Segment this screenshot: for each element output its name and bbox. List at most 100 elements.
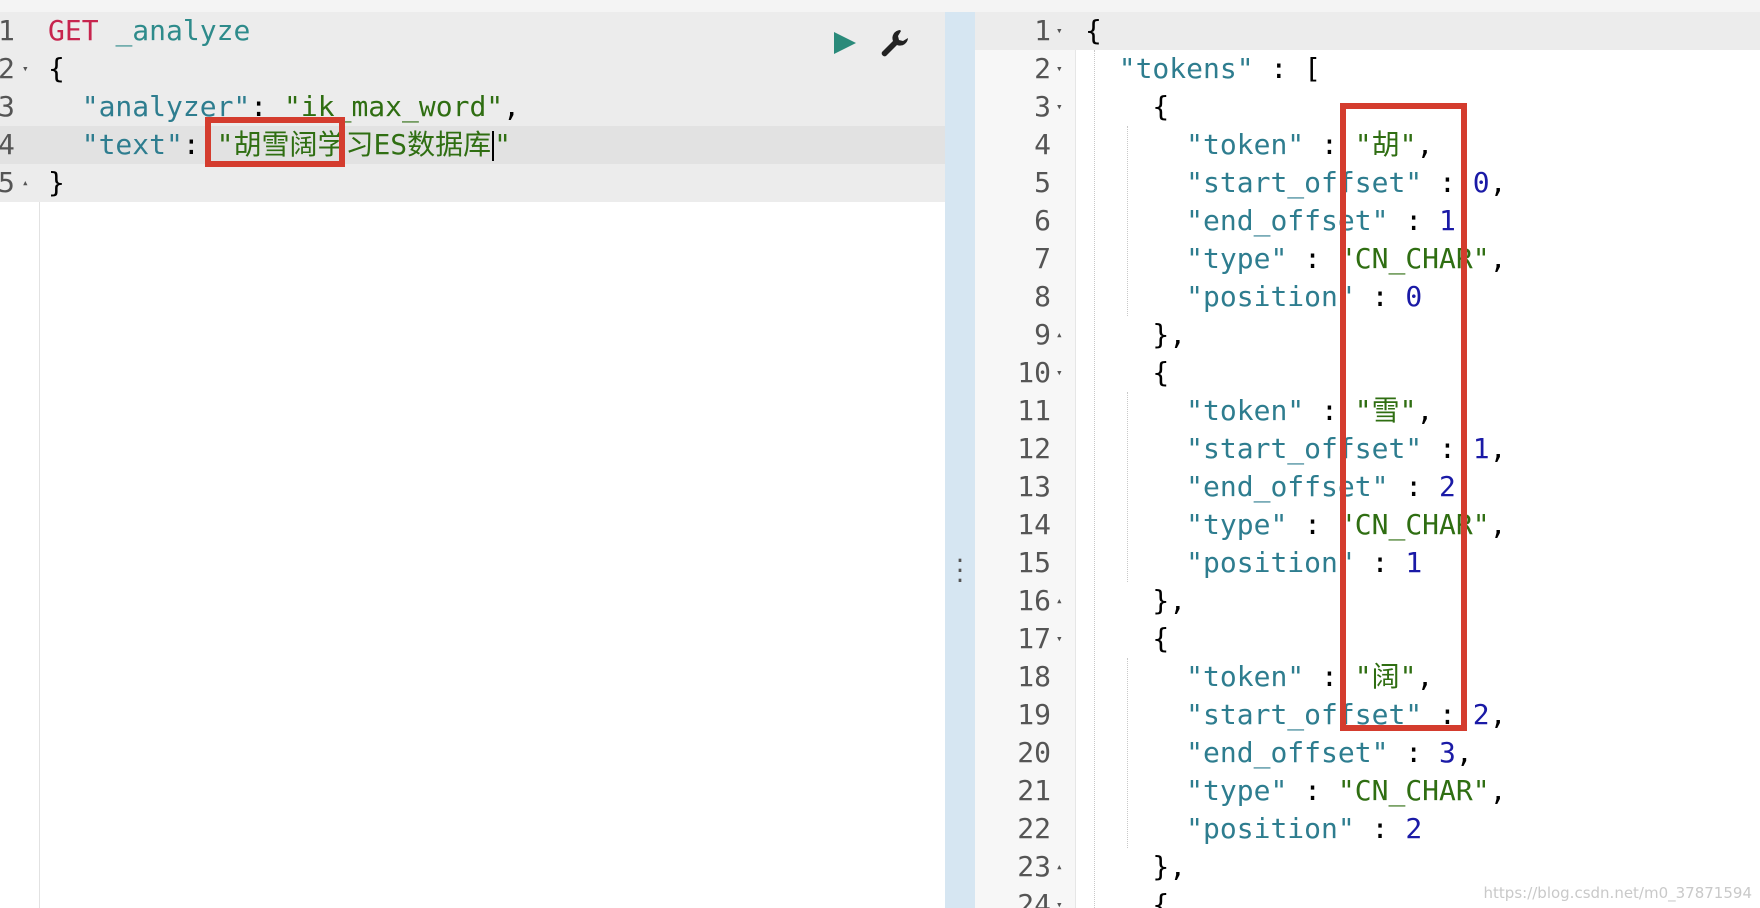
line-number: 20 bbox=[1017, 736, 1051, 769]
code-token: 3 bbox=[1439, 736, 1456, 769]
fold-arrow-icon[interactable]: ▾ bbox=[1056, 886, 1063, 908]
code-text[interactable]: { bbox=[1085, 886, 1169, 908]
line-number: 4 bbox=[0, 128, 15, 161]
request-line-3[interactable]: 3 "analyzer": "ik_max_word", bbox=[0, 88, 945, 126]
code-token: GET bbox=[48, 14, 99, 47]
code-text[interactable]: } bbox=[48, 164, 65, 202]
code-token: : [ bbox=[1253, 52, 1322, 85]
code-text[interactable]: }, bbox=[1085, 848, 1186, 886]
line-number: 12 bbox=[1017, 432, 1051, 465]
code-token: "token" bbox=[1186, 660, 1305, 693]
code-text[interactable]: { bbox=[1085, 354, 1169, 392]
code-text[interactable]: { bbox=[1085, 12, 1102, 50]
code-text[interactable]: "position" : 2 bbox=[1085, 810, 1422, 848]
code-token: : bbox=[1354, 812, 1406, 845]
code-text[interactable]: GET _analyze bbox=[48, 12, 250, 50]
code-text[interactable]: }, bbox=[1085, 316, 1186, 354]
code-token: : bbox=[1287, 774, 1338, 807]
code-token: "token" bbox=[1186, 394, 1305, 427]
indent-guide bbox=[1127, 658, 1128, 848]
code-token: "token" bbox=[1186, 128, 1305, 161]
response-line-2[interactable]: 2 ▾ "tokens" : [ bbox=[975, 50, 1760, 88]
code-token: _analyze bbox=[115, 14, 251, 47]
request-line-1[interactable]: 1 GET _analyze bbox=[0, 12, 945, 50]
indent-guide bbox=[1127, 126, 1128, 316]
line-number: 1 bbox=[0, 14, 15, 47]
fold-arrow-icon[interactable]: ▾ bbox=[1056, 50, 1063, 88]
fold-arrow-icon[interactable]: ▾ bbox=[22, 50, 29, 88]
line-number: 1 bbox=[1034, 14, 1051, 47]
code-token: , bbox=[1489, 508, 1507, 541]
line-number: 4 bbox=[1034, 128, 1051, 161]
code-token: , bbox=[1455, 736, 1473, 769]
code-token: : bbox=[1287, 508, 1338, 541]
line-number: 21 bbox=[1017, 774, 1051, 807]
response-line-23[interactable]: 23 ▴ }, bbox=[975, 848, 1760, 886]
fold-arrow-icon[interactable]: ▴ bbox=[1056, 316, 1063, 354]
request-line-4[interactable]: 4 "text": "胡雪阔学习ES数据库 " bbox=[0, 126, 945, 164]
code-text[interactable]: "end_offset" : 3, bbox=[1085, 734, 1473, 772]
code-token: } bbox=[48, 166, 65, 199]
code-text[interactable]: { bbox=[48, 50, 65, 88]
code-token: "type" bbox=[1186, 242, 1288, 275]
code-token: , bbox=[1489, 166, 1507, 199]
code-token: : bbox=[1388, 736, 1440, 769]
fold-arrow-icon[interactable]: ▾ bbox=[1056, 354, 1063, 392]
code-token: , bbox=[1489, 242, 1507, 275]
settings-wrench-icon[interactable] bbox=[878, 26, 912, 60]
fold-arrow-icon[interactable]: ▴ bbox=[1056, 848, 1063, 886]
response-line-20[interactable]: 20 "end_offset" : 3, bbox=[975, 734, 1760, 772]
code-token: { bbox=[1085, 622, 1170, 655]
line-number: 18 bbox=[1017, 660, 1051, 693]
request-editor[interactable]: 1 GET _analyze 2 ▾ { 3 "analyzer": "ik_m… bbox=[0, 12, 945, 908]
code-text[interactable]: }, bbox=[1085, 582, 1186, 620]
code-text[interactable]: "tokens" : [ bbox=[1085, 50, 1321, 88]
code-token: "text" bbox=[81, 128, 183, 161]
watermark: https://blog.csdn.net/m0_37871594 bbox=[1483, 884, 1752, 902]
response-line-22[interactable]: 22 "position" : 2 bbox=[975, 810, 1760, 848]
fold-arrow-icon[interactable]: ▴ bbox=[1056, 582, 1063, 620]
code-token: , bbox=[503, 90, 521, 123]
code-token: "position" bbox=[1186, 280, 1355, 313]
line-number: 23 bbox=[1017, 850, 1051, 883]
line-number: 24 bbox=[1017, 888, 1051, 908]
line-number: 10 bbox=[1017, 356, 1051, 389]
request-line-5[interactable]: 5 ▴ } bbox=[0, 164, 945, 202]
response-line-1[interactable]: 1 ▾ { bbox=[975, 12, 1760, 50]
fold-arrow-icon[interactable]: ▴ bbox=[22, 164, 29, 202]
line-number: 17 bbox=[1017, 622, 1051, 655]
highlight-box-response bbox=[1340, 103, 1467, 731]
line-number: 3 bbox=[1034, 90, 1051, 123]
response-line-21[interactable]: 21 "type" : "CN_CHAR", bbox=[975, 772, 1760, 810]
code-text[interactable]: "type" : "CN_CHAR", bbox=[1085, 772, 1506, 810]
code-token: { bbox=[1085, 888, 1170, 908]
code-token: "position" bbox=[1186, 546, 1355, 579]
pane-resize-divider[interactable]: · · · bbox=[945, 12, 975, 908]
line-number: 19 bbox=[1017, 698, 1051, 731]
indent-guide bbox=[1094, 50, 1095, 908]
code-text[interactable]: { bbox=[1085, 620, 1169, 658]
fold-arrow-icon[interactable]: ▾ bbox=[1056, 12, 1063, 50]
line-number: 8 bbox=[1034, 280, 1051, 313]
run-request-play-icon[interactable] bbox=[830, 26, 858, 60]
code-token: "type" bbox=[1186, 774, 1288, 807]
code-text[interactable]: { bbox=[1085, 88, 1169, 126]
code-token: , bbox=[1489, 698, 1507, 731]
line-number: 6 bbox=[1034, 204, 1051, 237]
fold-arrow-icon[interactable]: ▾ bbox=[1056, 88, 1063, 126]
fold-arrow-icon[interactable]: ▾ bbox=[1056, 620, 1063, 658]
line-number: 9 bbox=[1034, 318, 1051, 351]
drag-handle-icon[interactable]: · · · bbox=[945, 551, 975, 593]
request-line-2[interactable]: 2 ▾ { bbox=[0, 50, 945, 88]
code-token: " bbox=[494, 128, 512, 161]
